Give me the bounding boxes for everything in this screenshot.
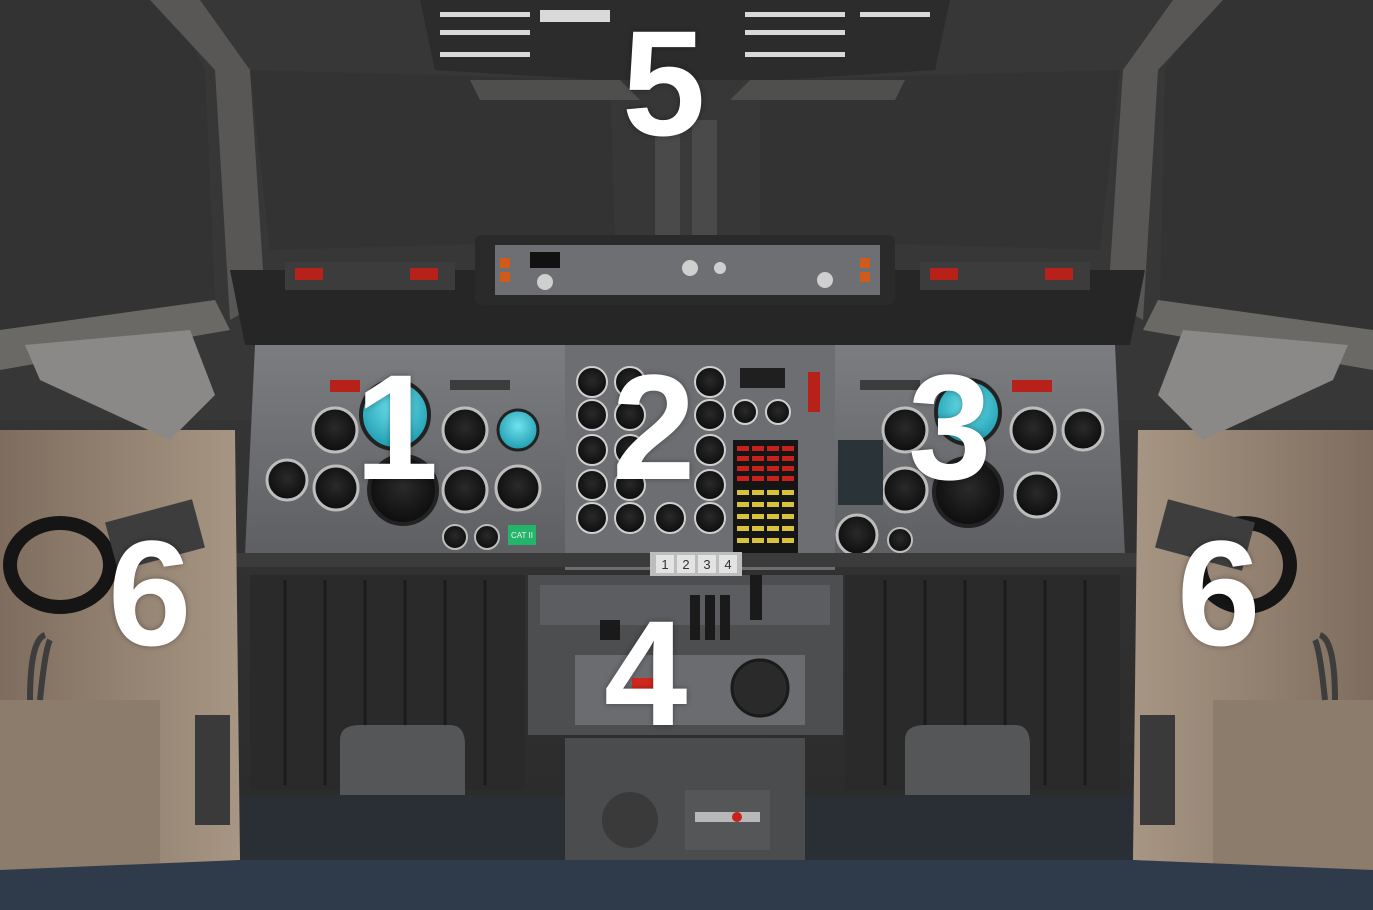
annunciator-panel <box>733 440 798 562</box>
left-sun-visor <box>25 330 215 440</box>
left-stowage-box <box>0 700 160 870</box>
callout-3-first-officer-panel: 3 <box>908 343 992 511</box>
cat-badge: CAT II <box>508 525 536 545</box>
callout-5-overhead: 5 <box>622 0 706 167</box>
cat-badge-label: CAT II <box>511 531 533 540</box>
throttle-drum-digit: 4 <box>724 557 731 572</box>
left-side-window <box>0 0 215 345</box>
callout-6-left-console: 6 <box>108 509 192 677</box>
callout-6-right-console: 6 <box>1177 509 1261 677</box>
right-sun-visor <box>1158 330 1348 440</box>
throttle-drum-digit: 1 <box>661 557 668 572</box>
throttle-drum-digit: 2 <box>682 557 689 572</box>
right-side-window <box>1160 0 1373 345</box>
floor <box>0 860 1373 910</box>
callout-2-engine-panel: 2 <box>612 343 696 511</box>
throttle-drum-digit: 3 <box>703 557 710 572</box>
callout-1-captain-panel: 1 <box>355 343 439 511</box>
right-stowage-box <box>1213 700 1373 870</box>
cockpit-image: CAT II 1 2 3 4 5 1 2 3 4 6 6 <box>0 0 1373 910</box>
callout-4-pedestal: 4 <box>604 589 688 757</box>
